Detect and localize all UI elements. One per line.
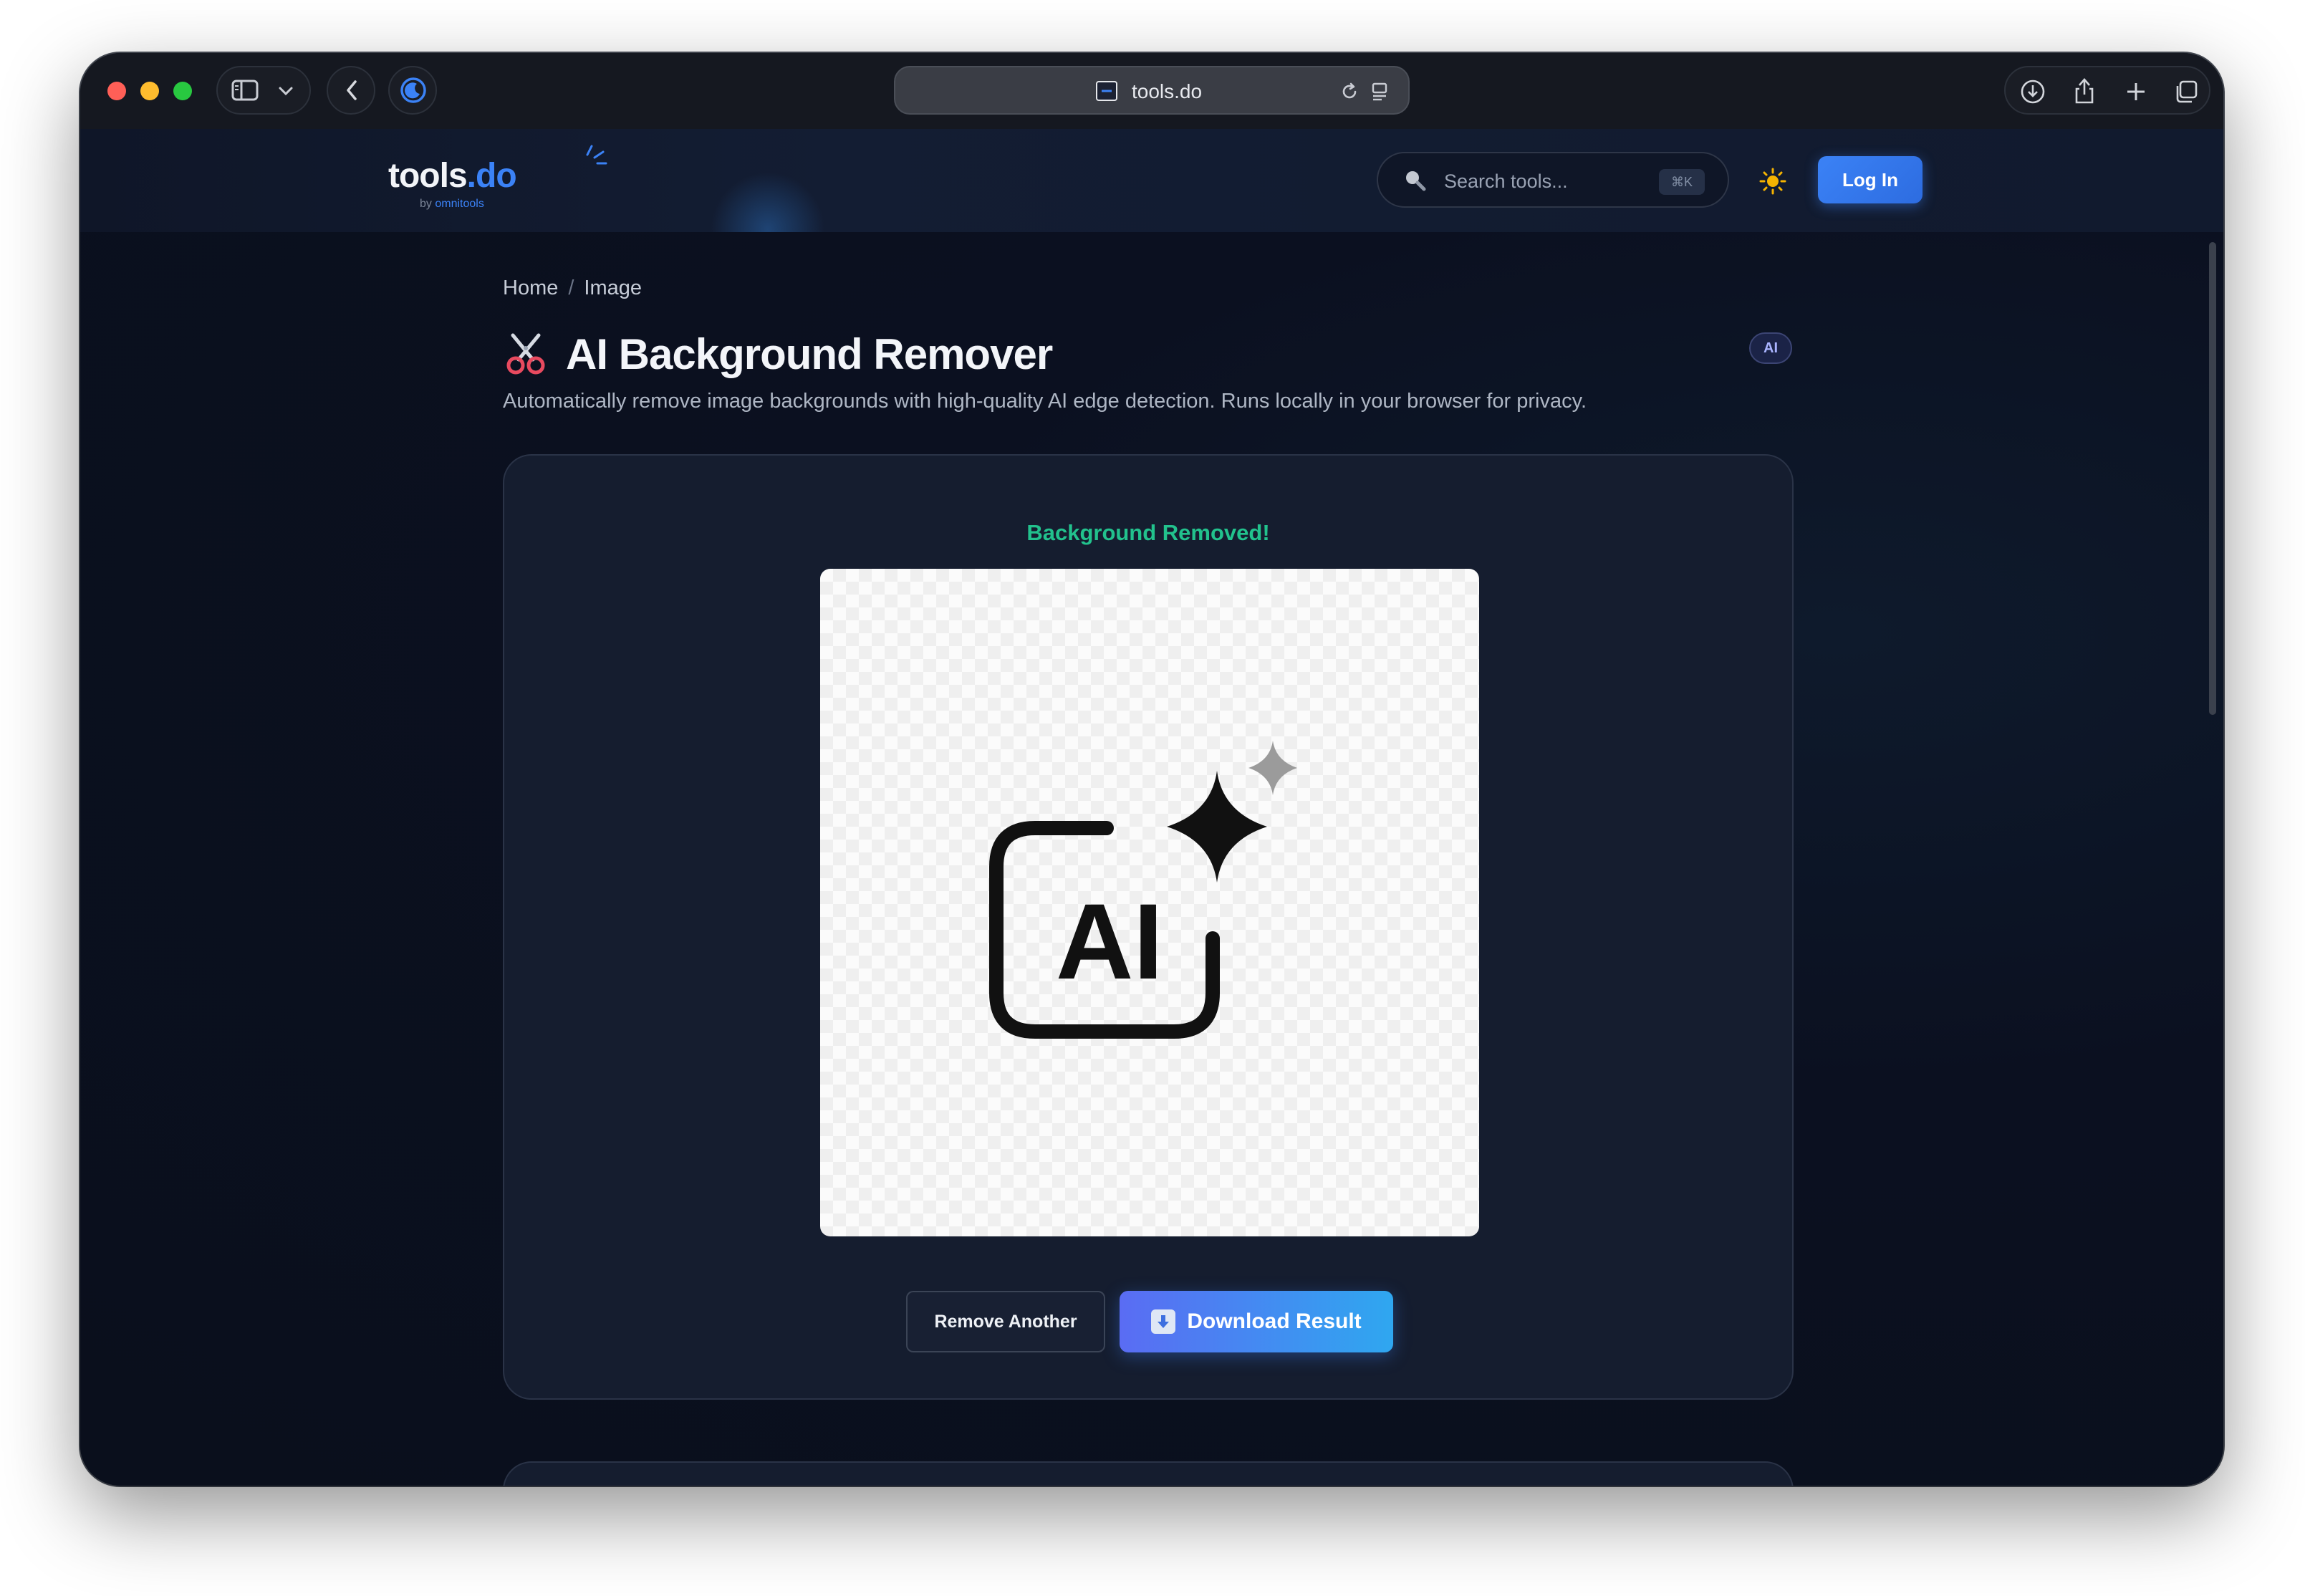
info-card <box>503 1461 1794 1486</box>
status-message: Background Removed! <box>1026 520 1270 545</box>
ai-sparkle-result-image: AI <box>989 741 1297 1039</box>
search-icon <box>1402 168 1428 193</box>
search-input[interactable]: Search tools... ⌘K <box>1377 152 1729 208</box>
breadcrumb: Home / Image <box>503 277 642 300</box>
scissors-icon <box>503 331 549 377</box>
theme-toggle-sun-icon[interactable] <box>1756 165 1789 198</box>
logo-byline: by omnitools <box>420 198 484 211</box>
chevron-down-icon[interactable] <box>275 80 297 102</box>
page-title: AI Background Remover <box>566 330 1053 378</box>
address-bar[interactable]: tools.do <box>894 66 1410 115</box>
chevron-left-icon <box>341 77 362 103</box>
extension-button[interactable] <box>388 66 437 115</box>
search-placeholder: Search tools... <box>1444 170 1568 192</box>
breadcrumb-separator: / <box>568 277 574 299</box>
reader-icon[interactable] <box>1368 80 1391 103</box>
logo-main-text: tools <box>388 157 468 195</box>
download-arrow-icon <box>1151 1309 1176 1334</box>
page-title-row: AI Background Remover <box>503 325 1053 383</box>
downloads-icon[interactable] <box>2018 77 2047 106</box>
sidebar-toggle-group[interactable] <box>216 66 311 115</box>
close-window-button[interactable] <box>107 82 126 100</box>
logo-by-text: by <box>420 198 432 210</box>
toolbar-actions-group <box>2004 66 2210 115</box>
main-content: Home / Image AI Background Remover AI Auto… <box>80 232 2223 1486</box>
dark-mode-extension-icon <box>400 76 427 105</box>
reload-icon[interactable] <box>1338 80 1361 103</box>
breadcrumb-current[interactable]: Image <box>584 277 642 299</box>
share-icon[interactable] <box>2070 76 2099 106</box>
site-favicon-icon <box>1094 79 1119 103</box>
result-card: Background Removed! AI Remove Another Do <box>503 454 1794 1400</box>
logo-wordmark: tools.do <box>388 156 517 196</box>
ai-badge: AI <box>1749 332 1792 364</box>
browser-toolbar: tools.do <box>80 53 2223 130</box>
page-description: Automatically remove image backgrounds w… <box>503 390 1587 413</box>
download-result-label: Download Result <box>1187 1309 1362 1333</box>
search-shortcut-badge: ⌘K <box>1659 169 1705 195</box>
download-result-button[interactable]: Download Result <box>1120 1291 1393 1352</box>
result-image-preview: AI <box>820 569 1479 1236</box>
site-header: tools.do by omnitools Search tools... ⌘K <box>80 129 2223 287</box>
logo-sparkle-icon <box>582 143 610 168</box>
logo-accent-text: .do <box>466 157 517 195</box>
sidebar-icon <box>231 77 259 103</box>
minimize-window-button[interactable] <box>140 82 159 100</box>
page-scrollbar[interactable] <box>2209 242 2216 715</box>
logo-brand-text: omnitools <box>435 198 484 210</box>
back-button[interactable] <box>327 66 375 115</box>
zoom-window-button[interactable] <box>173 82 192 100</box>
remove-another-button[interactable]: Remove Another <box>906 1291 1105 1352</box>
new-tab-icon[interactable] <box>2122 77 2150 106</box>
browser-window: tools.do tools.do by omnitools Search to… <box>80 53 2223 1486</box>
tab-overview-icon[interactable] <box>2172 77 2200 106</box>
result-image-text: AI <box>1056 881 1163 1001</box>
login-button[interactable]: Log In <box>1818 156 1923 203</box>
breadcrumb-home-link[interactable]: Home <box>503 277 558 299</box>
address-url: tools.do <box>1132 80 1203 102</box>
